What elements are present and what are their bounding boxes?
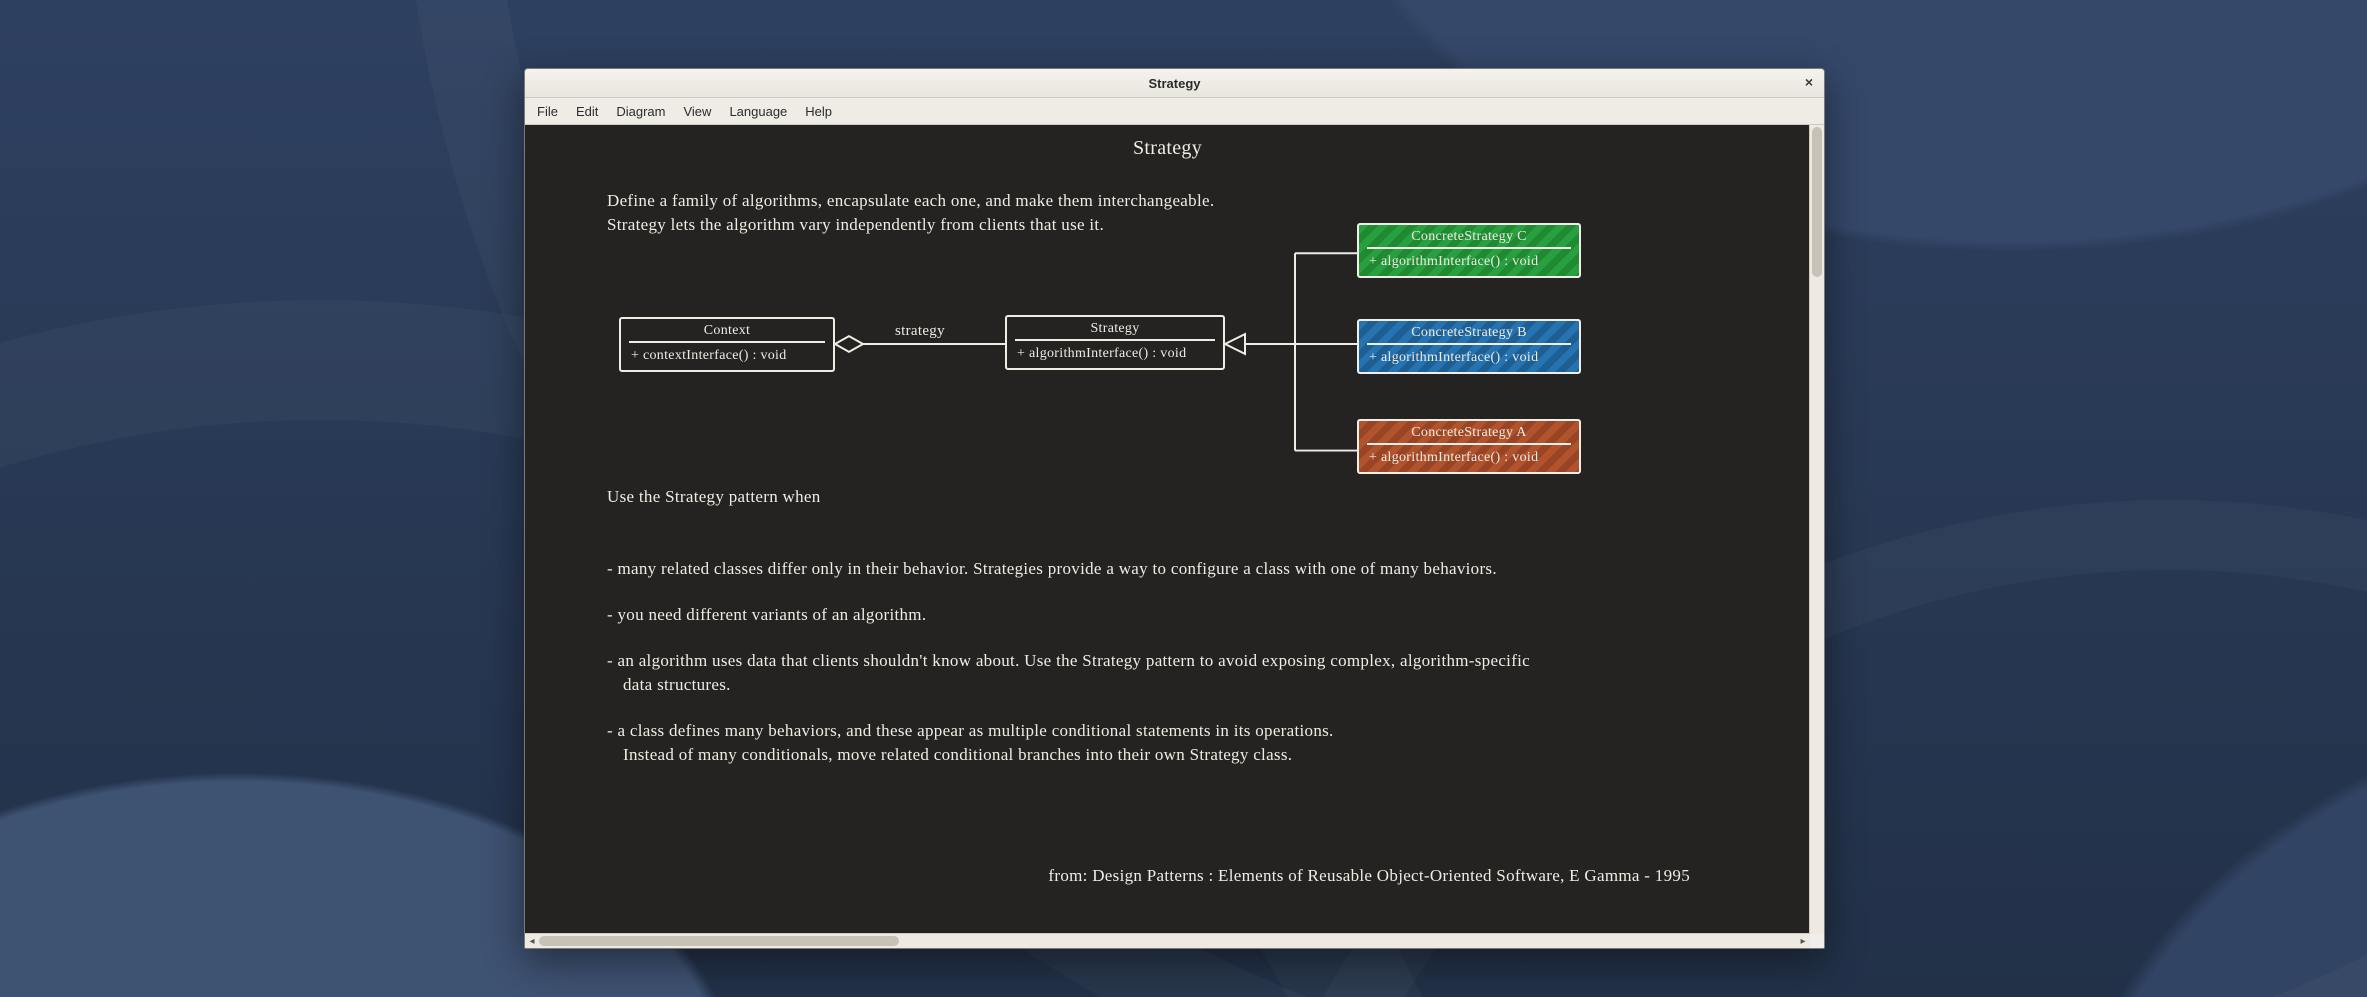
uml-class-method: + algorithmInterface() : void (1007, 340, 1223, 368)
window-title: Strategy (1148, 76, 1200, 91)
menu-file[interactable]: File (529, 102, 566, 121)
bullet-item-cont: Instead of many conditionals, move relat… (621, 745, 1292, 764)
menu-view[interactable]: View (675, 102, 719, 121)
menubar: File Edit Diagram View Language Help (525, 98, 1824, 125)
use-when-heading: Use the Strategy pattern when (607, 487, 821, 507)
uml-class-title: ConcreteStrategy B (1359, 321, 1579, 344)
uml-class-concrete-strategy-c[interactable]: ConcreteStrategy C + algorithmInterface(… (1357, 223, 1581, 278)
uml-class-method: + algorithmInterface() : void (1359, 444, 1579, 472)
uml-class-context[interactable]: Context + contextInterface() : void (619, 317, 835, 372)
relation-label-strategy: strategy (895, 323, 945, 340)
use-when-bullets: - many related classes differ only in th… (607, 557, 1627, 789)
diagram-description: Define a family of algorithms, encapsula… (607, 189, 1214, 237)
uml-class-title: Strategy (1007, 317, 1223, 340)
diagram-canvas[interactable]: Strategy Define a family of algorithms, … (525, 125, 1810, 934)
uml-class-strategy[interactable]: Strategy + algorithmInterface() : void (1005, 315, 1225, 370)
diagram-description-line: Define a family of algorithms, encapsula… (607, 189, 1214, 213)
menu-edit[interactable]: Edit (568, 102, 606, 121)
window-close-button[interactable]: × (1800, 73, 1818, 91)
vertical-scrollbar[interactable] (1809, 125, 1824, 934)
bullet-item: - an algorithm uses data that clients sh… (607, 651, 1530, 670)
diagram-description-line: Strategy lets the algorithm vary indepen… (607, 213, 1214, 237)
diagram-title: Strategy (525, 137, 1810, 160)
uml-class-title: ConcreteStrategy A (1359, 421, 1579, 444)
canvas-viewport: Strategy Define a family of algorithms, … (525, 125, 1824, 948)
app-window: Strategy × File Edit Diagram View Langua… (524, 68, 1825, 949)
window-titlebar[interactable]: Strategy × (525, 69, 1824, 98)
bullet-item: - a class defines many behaviors, and th… (607, 721, 1334, 740)
citation: from: Design Patterns : Elements of Reus… (607, 866, 1690, 886)
scrollbar-thumb[interactable] (539, 936, 899, 946)
menu-language[interactable]: Language (721, 102, 795, 121)
close-icon: × (1805, 74, 1813, 90)
bullet-item: - you need different variants of an algo… (607, 603, 1627, 627)
menu-diagram[interactable]: Diagram (608, 102, 673, 121)
scrollbar-thumb[interactable] (1812, 127, 1822, 277)
uml-class-concrete-strategy-a[interactable]: ConcreteStrategy A + algorithmInterface(… (1357, 419, 1581, 474)
uml-class-title: ConcreteStrategy C (1359, 225, 1579, 248)
scroll-right-icon[interactable]: ▸ (1796, 934, 1810, 948)
scrollbar-track[interactable] (539, 934, 1796, 948)
scroll-left-icon[interactable]: ◂ (525, 934, 539, 948)
horizontal-scrollbar[interactable]: ◂ ▸ (525, 933, 1810, 948)
menu-help[interactable]: Help (797, 102, 840, 121)
bullet-item-cont: data structures. (621, 675, 731, 694)
uml-class-method: + contextInterface() : void (621, 342, 833, 370)
bullet-item: - many related classes differ only in th… (607, 557, 1627, 581)
uml-class-title: Context (621, 319, 833, 342)
desktop-wallpaper: Strategy × File Edit Diagram View Langua… (0, 0, 2367, 997)
uml-connectors (525, 125, 1810, 934)
uml-class-method: + algorithmInterface() : void (1359, 248, 1579, 276)
uml-class-method: + algorithmInterface() : void (1359, 344, 1579, 372)
uml-class-concrete-strategy-b[interactable]: ConcreteStrategy B + algorithmInterface(… (1357, 319, 1581, 374)
